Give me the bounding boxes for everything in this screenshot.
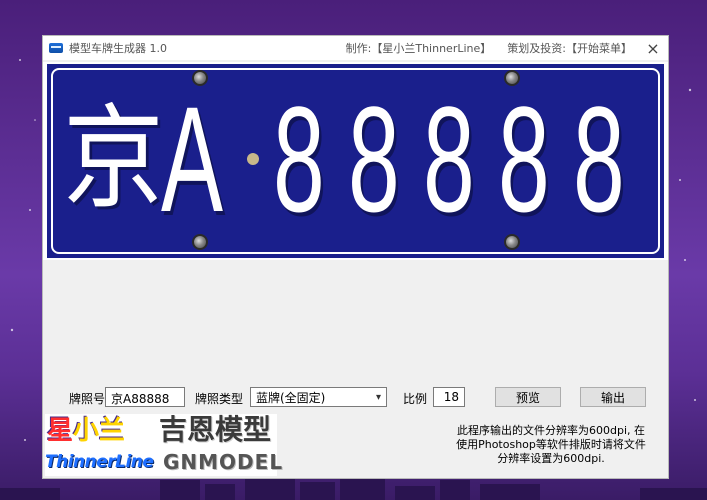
plate-digit: 8 [348,75,400,243]
title-credit: 制作:【星小兰ThinnerLine】 [345,42,492,55]
plate-province: 京 [63,96,164,221]
plate-digits: 8 8 8 8 8 [273,84,648,234]
plate-digit: 8 [423,75,475,243]
preview-button[interactable]: 预览 [495,387,561,407]
plate-type-label: 牌照类型 [195,392,244,406]
note-line: 此程序输出的文件分辨率为600dpi, 在 [456,424,645,437]
jien-logo: 吉恩模型 [159,413,272,446]
logo-xiaolan-text: 小兰 [73,416,126,446]
app-window: 模型车牌生成器 1.0 制作:【星小兰ThinnerLine】 策划及投资:【开… [42,35,669,479]
plate-type-select[interactable]: 蓝牌(全固定) ▾ [250,387,387,407]
plate-preview: 京 A 8 8 8 8 8 [43,62,668,260]
controls-row: 牌照号 京A88888 牌照类型 蓝牌(全固定) ▾ 比例 18 预览 输出 [43,386,668,410]
output-button[interactable]: 输出 [580,387,646,407]
scale-input[interactable]: 18 [433,387,465,407]
note-line: 分辨率设置为600dpi. [497,452,605,465]
app-icon [49,43,63,53]
license-plate: 京 A 8 8 8 8 8 [45,62,666,260]
plate-digit: 8 [498,75,550,243]
title-sponsor: 策划及投资:【开始菜单】 [507,42,632,55]
plate-letter: A [161,75,224,243]
plate-digit: 8 [273,75,325,243]
resolution-note: 此程序输出的文件分辨率为600dpi, 在 使用Photoshop等软件排版时请… [439,424,663,466]
window-title: 模型车牌生成器 1.0 [69,42,167,55]
plate-characters: 京 A 8 8 8 8 8 [63,74,648,244]
close-icon[interactable]: × [638,36,668,60]
chevron-down-icon: ▾ [375,391,381,403]
thinnerline-logo: ThinnerLine [45,452,154,472]
scale-label: 比例 [403,392,428,406]
xingxiaolan-logo: 星小兰 [47,418,125,444]
plate-digit: 8 [573,75,625,243]
note-line: 使用Photoshop等软件排版时请将文件 [456,438,646,451]
plate-type-value: 蓝牌(全固定) [256,390,326,405]
plate-number-input[interactable]: 京A88888 [105,387,185,407]
gnmodel-logo: GNMODEL [163,450,284,474]
title-bar: 模型车牌生成器 1.0 制作:【星小兰ThinnerLine】 策划及投资:【开… [43,36,668,60]
logo-xing-text: 星 [47,416,74,446]
sponsor-logos: 星小兰 ThinnerLine 吉恩模型 GNMODEL [45,413,282,476]
plate-separator-dot [247,153,259,165]
plate-number-label: 牌照号 [69,392,106,406]
